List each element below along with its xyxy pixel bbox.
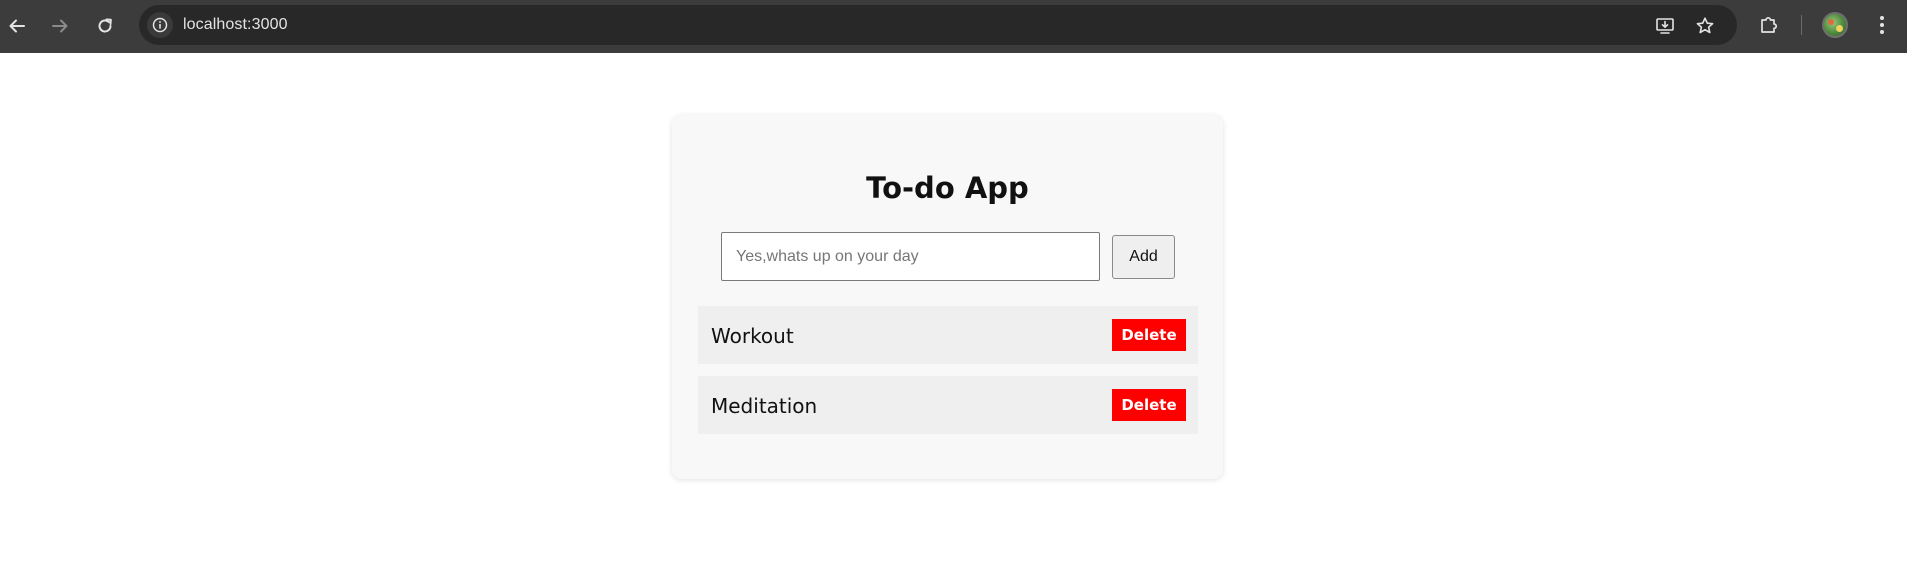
todo-text: Meditation	[711, 394, 818, 418]
toolbar-divider	[1801, 15, 1802, 35]
delete-button[interactable]: Delete	[1112, 389, 1186, 421]
reload-icon	[98, 18, 112, 33]
todo-app-card: To-do App Add Workout Delete Meditation …	[672, 115, 1223, 479]
url-text[interactable]: localhost:3000	[183, 16, 288, 34]
install-app-icon[interactable]	[1654, 15, 1676, 37]
forward-button[interactable]	[45, 11, 75, 41]
profile-avatar[interactable]	[1822, 12, 1848, 38]
page-title: To-do App	[866, 171, 1029, 205]
todo-list: Workout Delete Meditation Delete	[698, 306, 1198, 446]
arrow-left-icon	[9, 19, 25, 33]
todo-text: Workout	[711, 324, 794, 348]
todo-input[interactable]	[721, 232, 1100, 281]
list-item: Meditation Delete	[698, 376, 1198, 434]
add-button[interactable]: Add	[1112, 235, 1175, 279]
browser-toolbar: localhost:3000	[0, 0, 1907, 53]
star-icon[interactable]	[1694, 15, 1716, 37]
arrow-right-icon	[52, 19, 68, 33]
puzzle-piece-icon[interactable]	[1757, 13, 1781, 37]
kebab-menu-icon[interactable]	[1870, 13, 1894, 37]
list-item: Workout Delete	[698, 306, 1198, 364]
address-bar[interactable]: localhost:3000	[139, 5, 1737, 45]
delete-button[interactable]: Delete	[1112, 319, 1186, 351]
info-icon[interactable]	[147, 12, 173, 38]
back-button[interactable]	[2, 11, 32, 41]
reload-button[interactable]	[90, 11, 120, 41]
